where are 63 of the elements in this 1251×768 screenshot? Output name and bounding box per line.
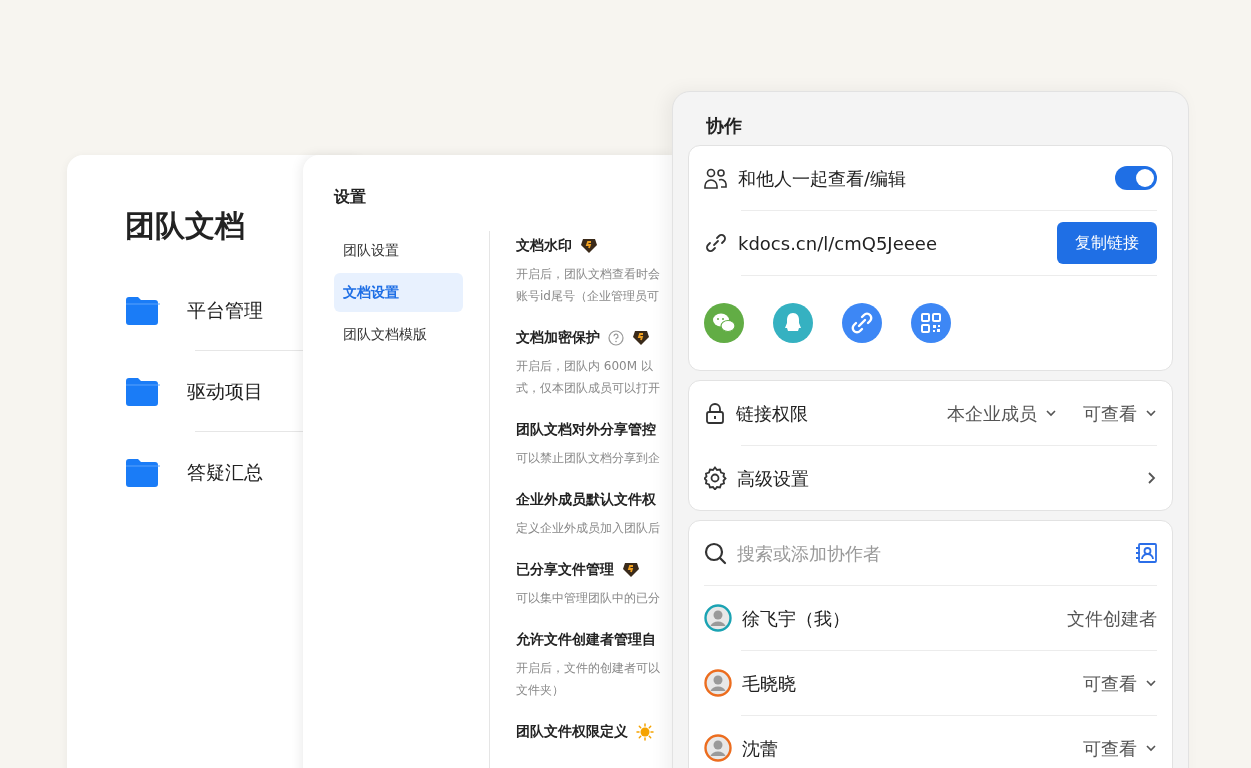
- sun-icon: [636, 722, 654, 741]
- member-name: 沈蕾: [742, 736, 779, 761]
- chevron-right-icon[interactable]: [1146, 471, 1157, 485]
- caret-icon: [1145, 678, 1157, 688]
- search-field[interactable]: 搜索或添加协作者: [737, 539, 1125, 567]
- nav-item[interactable]: 文档设置: [334, 273, 463, 312]
- share-link-url: kdocs.cn/l/cmQ5Jeeee: [738, 231, 938, 256]
- nav-item[interactable]: 团队文档模版: [334, 315, 463, 354]
- gear-icon: [704, 466, 727, 490]
- share-label: 和他人一起查看/编辑: [738, 166, 908, 191]
- lock-icon: [704, 401, 726, 425]
- panel-title: 协作: [705, 114, 743, 138]
- avatar-icon: [704, 604, 732, 632]
- qr-code-icon[interactable]: [911, 303, 951, 343]
- contact-card-icon[interactable]: [1135, 542, 1157, 564]
- people-icon: [704, 166, 728, 190]
- setting-description: 开启后，团队内 600M 以 式，仅本团队成员可以打开: [516, 358, 660, 397]
- panel-title: 团队文档: [125, 207, 246, 245]
- setting-description: 可以禁止团队文档分享到企: [516, 450, 660, 467]
- link-icon: [704, 231, 728, 255]
- setting-description: 开启后，文件的创建者可以 文件夹）: [516, 660, 660, 699]
- folder-name[interactable]: 平台管理: [187, 295, 263, 325]
- setting-description: 开启后，团队文档查看时会 账号id尾号（企业管理员可: [516, 266, 660, 305]
- folder-icon[interactable]: [125, 456, 161, 488]
- toggle-switch[interactable]: [1115, 166, 1157, 190]
- member-name: 徐飞宇（我）: [742, 606, 851, 631]
- setting-title: 允许文件创建者管理自: [516, 630, 656, 649]
- avatar-icon: [704, 669, 732, 697]
- copy-link-button[interactable]: 复制链接: [1057, 222, 1157, 264]
- advanced-settings-label[interactable]: 高级设置: [737, 464, 1136, 492]
- avatar-icon: [704, 734, 732, 762]
- role-dropdown[interactable]: 可查看: [1083, 669, 1157, 697]
- chat-bubbles-icon[interactable]: [704, 303, 744, 343]
- scope-dropdown[interactable]: 本企业成员: [947, 399, 1057, 427]
- link-icon[interactable]: [842, 303, 882, 343]
- setting-title: 已分享文件管理: [516, 560, 614, 579]
- setting-title: 团队文档对外分享管控: [516, 420, 656, 439]
- caret-icon: [1145, 743, 1157, 753]
- setting-description: 可以集中管理团队中的已分: [516, 590, 660, 607]
- setting-title: 企业外成员默认文件权: [516, 490, 656, 509]
- caret-icon: [1045, 408, 1057, 418]
- folder-name[interactable]: 驱动项目: [187, 376, 263, 406]
- access-dropdown[interactable]: 可查看: [1083, 399, 1157, 427]
- help-icon[interactable]: [608, 329, 624, 346]
- panel-title: 设置: [332, 186, 367, 208]
- setting-title: 文档水印: [516, 236, 572, 255]
- shield-badge-icon: [580, 237, 598, 254]
- folder-icon[interactable]: [125, 294, 161, 326]
- folder-icon[interactable]: [125, 375, 161, 407]
- role-dropdown[interactable]: 可查看: [1083, 734, 1157, 762]
- nav-item[interactable]: 团队设置: [334, 231, 463, 270]
- member-name: 毛晓晓: [742, 671, 797, 696]
- member-role: 文件创建者: [1067, 606, 1157, 631]
- shield-badge-icon: [622, 561, 640, 578]
- shield-badge-icon: [632, 329, 650, 346]
- setting-title: 团队文件权限定义: [516, 722, 628, 741]
- search-icon: [704, 541, 727, 565]
- penguin-icon[interactable]: [773, 303, 813, 343]
- setting-description: 定义企业外成员加入团队后: [516, 520, 660, 537]
- permission-label: 链接权限: [736, 401, 809, 426]
- setting-title: 文档加密保护: [516, 328, 600, 347]
- folder-name[interactable]: 答疑汇总: [187, 457, 263, 487]
- caret-icon: [1145, 408, 1157, 418]
